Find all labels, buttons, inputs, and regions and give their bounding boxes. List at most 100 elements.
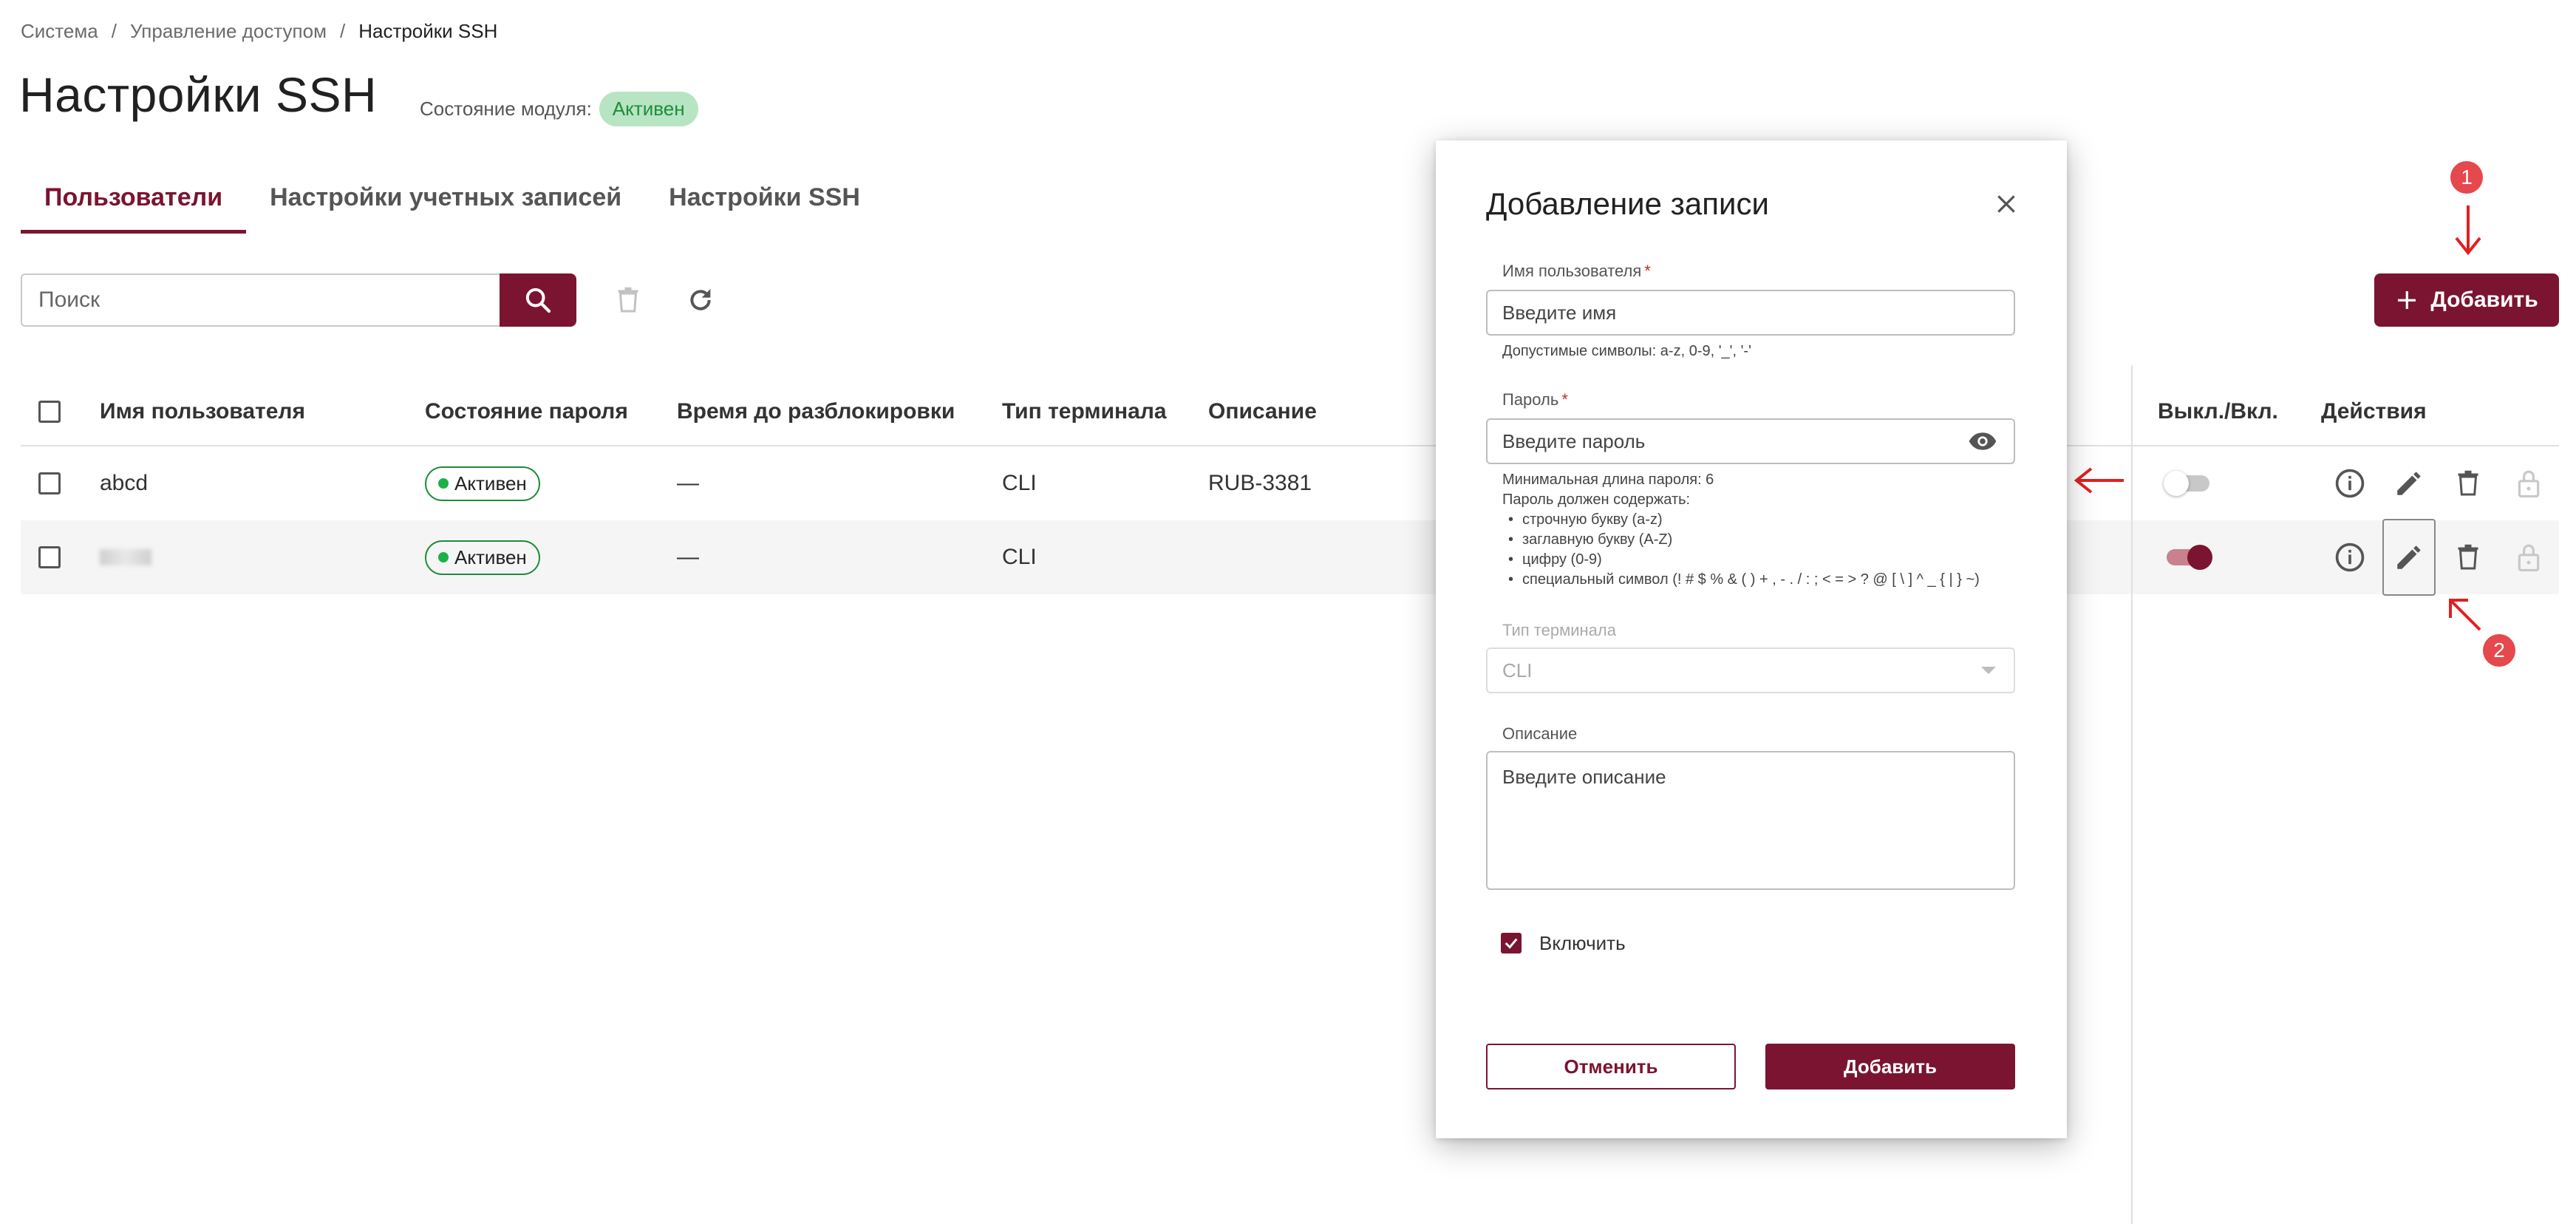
dialog-title: Добавление записи xyxy=(1486,186,1769,221)
trash-icon xyxy=(2458,470,2478,496)
password-hint: Минимальная длина пароля: 6 Пароль долже… xyxy=(1502,470,1980,590)
terminal-label: Тип терминала xyxy=(1502,621,1616,639)
toggle-knob xyxy=(2164,471,2189,496)
terminal-select: CLI xyxy=(1486,647,2015,693)
terminal-select-value: CLI xyxy=(1502,659,1533,681)
chevron-down-icon xyxy=(1981,667,1996,674)
pencil-icon xyxy=(2397,472,2421,495)
checkmark-icon xyxy=(1505,938,1518,949)
breadcrumb-item-access[interactable]: Управление доступом xyxy=(130,20,327,43)
module-state: Состояние модуля: Активен xyxy=(420,92,698,126)
cell-unlock-time: — xyxy=(677,471,699,495)
column-header-actions: Действия xyxy=(2321,399,2427,424)
status-badge: Активен xyxy=(599,92,698,126)
toggle-knob xyxy=(2187,545,2212,570)
submit-button[interactable]: Добавить xyxy=(1765,1044,2015,1089)
info-icon xyxy=(2335,469,2365,498)
breadcrumb-item-current: Настройки SSH xyxy=(358,19,498,42)
column-header-toggle: Выкл./Вкл. xyxy=(2158,399,2278,424)
password-hint-min: Минимальная длина пароля: 6 xyxy=(1502,472,1714,488)
username-hint: Допустимые символы: a-z, 0-9, '_', '-' xyxy=(1502,343,1751,359)
search-icon xyxy=(525,288,551,313)
password-input[interactable]: Введите пароль xyxy=(1486,418,2015,464)
password-rules-list: строчную букву (a-z) заглавную букву (A-… xyxy=(1502,510,1980,590)
arrow-down-icon xyxy=(2455,205,2481,256)
breadcrumb-item-system[interactable]: Система xyxy=(21,20,98,43)
password-rule: цифру (0-9) xyxy=(1502,550,1980,570)
password-placeholder: Введите пароль xyxy=(1502,429,1646,452)
refresh-button[interactable] xyxy=(683,282,718,318)
annotation-marker-1: 1 xyxy=(2450,161,2483,194)
username-label-text: Имя пользователя xyxy=(1502,262,1642,280)
arrow-up-left-icon xyxy=(2449,599,2481,631)
column-header-unlock-time[interactable]: Время до разблокировки xyxy=(677,377,955,446)
add-button[interactable]: Добавить xyxy=(2374,273,2559,327)
select-all-checkbox[interactable] xyxy=(38,401,61,423)
lock-icon xyxy=(2518,544,2540,571)
tab-bar: Пользователи Настройки учетных записей Н… xyxy=(21,177,884,234)
breadcrumb-separator: / xyxy=(339,19,346,42)
edit-button[interactable] xyxy=(2382,519,2436,596)
cell-terminal: CLI xyxy=(1002,471,1037,495)
cell-description: RUB-3381 xyxy=(1208,471,1312,495)
status-badge: Активен xyxy=(425,466,540,501)
column-header-terminal[interactable]: Тип терминала xyxy=(1002,377,1167,446)
table-header: Имя пользователя Состояние пароля Время … xyxy=(21,377,2559,446)
cancel-button[interactable]: Отменить xyxy=(1486,1044,1736,1089)
trash-icon xyxy=(2458,544,2478,570)
eye-icon xyxy=(1969,432,1997,450)
row-checkbox[interactable] xyxy=(38,546,61,568)
username-label: Имя пользователя * xyxy=(1502,262,1651,281)
delete-selected-button[interactable] xyxy=(610,282,646,318)
blurred-username xyxy=(100,549,151,565)
delete-button[interactable] xyxy=(2446,535,2490,579)
password-label: Пароль * xyxy=(1502,390,1568,409)
search-input[interactable]: Поиск xyxy=(21,273,501,327)
row-checkbox[interactable] xyxy=(38,472,61,494)
description-textarea[interactable]: Введите описание xyxy=(1486,751,2015,890)
delete-button[interactable] xyxy=(2446,461,2490,506)
lock-icon xyxy=(2518,470,2540,497)
edit-button[interactable] xyxy=(2387,461,2431,506)
column-header-password-state[interactable]: Состояние пароля xyxy=(425,377,628,446)
lock-button[interactable] xyxy=(2507,535,2551,579)
password-hint-must: Пароль должен содержать: xyxy=(1502,492,1691,508)
show-password-button[interactable] xyxy=(1968,429,1997,454)
cell-unlock-time: — xyxy=(677,545,699,569)
password-rule: заглавную букву (A-Z) xyxy=(1502,530,1980,550)
enable-checkbox[interactable] xyxy=(1501,933,1522,953)
info-button[interactable] xyxy=(2328,461,2372,506)
enable-toggle[interactable] xyxy=(2164,471,2209,496)
required-marker: * xyxy=(1561,390,1568,409)
arrow-left-icon xyxy=(2074,467,2124,494)
annotation-marker-2: 2 xyxy=(2483,634,2515,667)
cell-terminal: CLI xyxy=(1002,545,1037,569)
tab-ssh-settings[interactable]: Настройки SSH xyxy=(645,177,884,234)
column-divider xyxy=(2131,365,2133,1224)
password-state-label: Активен xyxy=(454,545,527,568)
tab-users[interactable]: Пользователи xyxy=(21,177,247,234)
required-marker: * xyxy=(1644,262,1651,280)
info-button[interactable] xyxy=(2328,535,2372,579)
add-button-label: Добавить xyxy=(2430,288,2538,312)
username-input[interactable]: Введите имя xyxy=(1486,290,2015,336)
breadcrumb-separator: / xyxy=(111,19,117,42)
tab-account-settings[interactable]: Настройки учетных записей xyxy=(246,177,645,234)
password-rule: специальный символ (! # $ % & ( ) + , - … xyxy=(1502,570,1980,590)
close-button[interactable] xyxy=(1989,186,2024,222)
page-title: Настройки SSH xyxy=(19,67,378,122)
add-record-dialog: Добавление записи Имя пользователя * Введ… xyxy=(1436,140,2067,1138)
lock-button[interactable] xyxy=(2507,461,2551,506)
column-header-description[interactable]: Описание xyxy=(1208,377,1317,446)
status-dot-icon xyxy=(438,552,449,562)
status-dot-icon xyxy=(438,478,449,489)
plus-icon xyxy=(2398,291,2416,309)
trash-icon xyxy=(618,287,638,313)
info-icon xyxy=(2335,543,2365,572)
description-label: Описание xyxy=(1502,724,1578,743)
password-rule: строчную букву (a-z) xyxy=(1502,510,1980,530)
column-header-username[interactable]: Имя пользователя xyxy=(100,377,305,446)
module-state-label: Состояние модуля: xyxy=(420,98,592,120)
enable-toggle[interactable] xyxy=(2167,545,2212,570)
search-button[interactable] xyxy=(500,273,576,327)
